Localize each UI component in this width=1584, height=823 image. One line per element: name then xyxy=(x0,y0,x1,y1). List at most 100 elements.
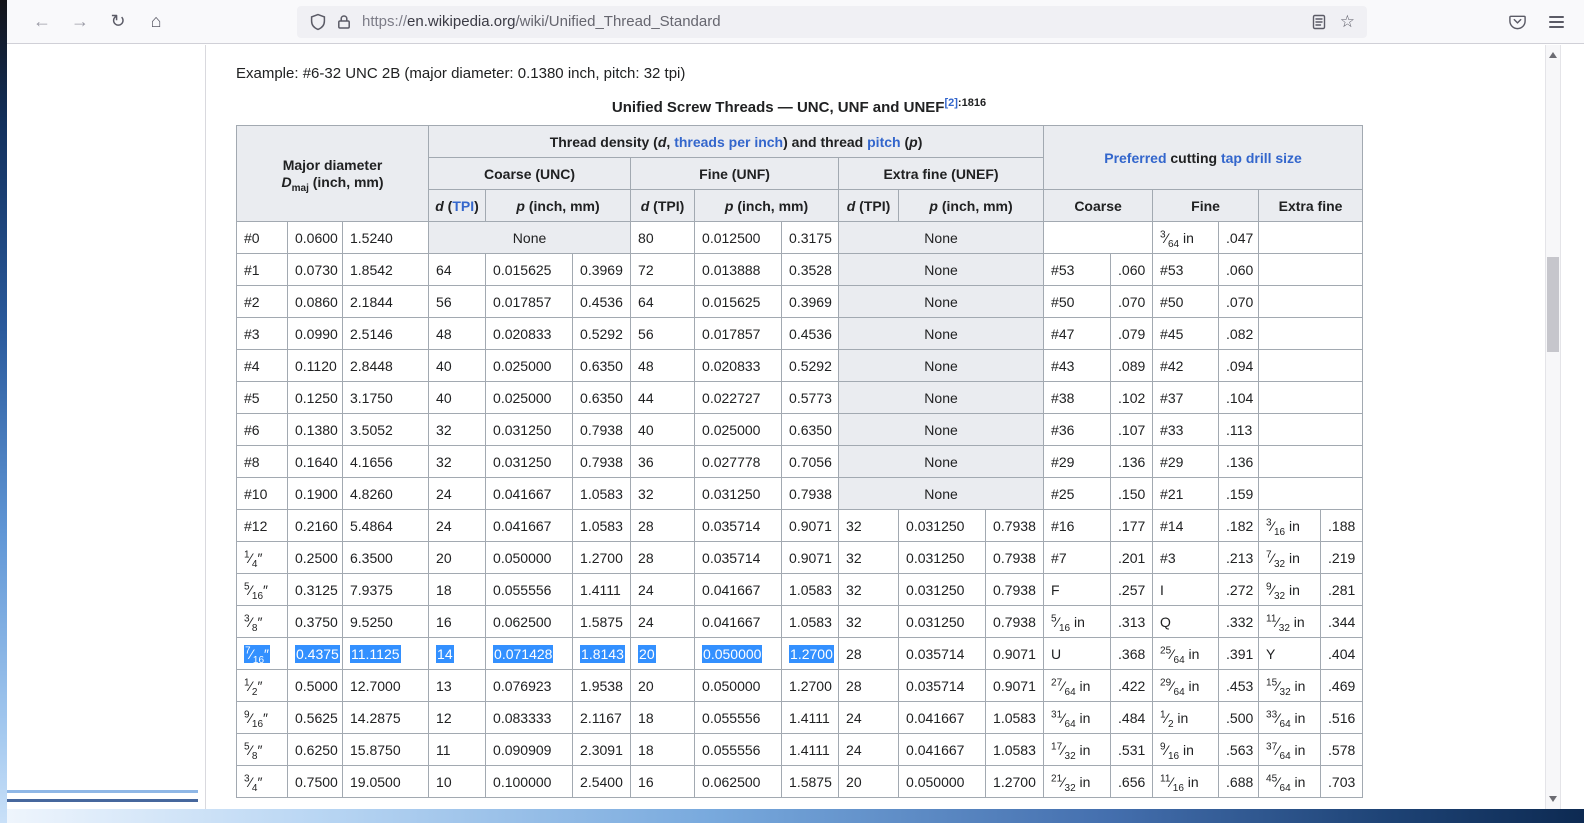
extra-fine-drill-cell: Y xyxy=(1258,637,1322,670)
size-cell: 5⁄8″ xyxy=(236,733,288,766)
vertical-scrollbar[interactable] xyxy=(1545,45,1561,809)
unf-p-header: p (inch, mm) xyxy=(694,189,840,222)
coarse-drill-cell: 5⁄16 in xyxy=(1043,605,1112,638)
coarse-drill-cell-value: #25 xyxy=(1051,485,1075,502)
unc-pitch-mm-cell-value: 0.3969 xyxy=(580,261,623,278)
home-button[interactable]: ⌂ xyxy=(141,7,171,37)
extra-fine-drill-decimal-cell: .703 xyxy=(1320,765,1364,798)
url-path: /wiki/Unified_Thread_Standard xyxy=(515,13,721,30)
major-mm-cell-value: 2.8448 xyxy=(350,357,393,374)
unef-d-tpi-header: d (TPI) xyxy=(838,189,900,222)
unf-pitch-inch-cell-value: 0.055556 xyxy=(702,709,761,726)
unf-pitch-mm-cell-value: 1.2700 xyxy=(789,677,832,694)
browser-toolbar: ← → ↻ ⌂ https://en.wikipedia.org/wiki/Un… xyxy=(7,0,1584,44)
threads-per-inch-link[interactable]: threads per inch xyxy=(674,134,783,150)
reader-view-button[interactable] xyxy=(1310,13,1328,31)
fine-drill-decimal-cell-value: .094 xyxy=(1226,357,1254,374)
unef-none-cell-value: None xyxy=(924,325,958,342)
fine-drill-decimal-cell-value: .104 xyxy=(1226,389,1254,406)
forward-button[interactable]: → xyxy=(65,7,95,37)
unf-tpi-cell: 56 xyxy=(630,317,696,350)
fine-drill-cell-value: #29 xyxy=(1160,453,1184,470)
tracking-protection-shield-icon[interactable] xyxy=(309,13,327,31)
size-cell: 9⁄16″ xyxy=(236,701,288,734)
table-row: #10 0.1900 4.8260 24 0.041667 1.0583 32 0.03125… xyxy=(236,477,1364,510)
unc-tpi-cell: 24 xyxy=(428,477,487,510)
unef-none-cell: None xyxy=(838,381,1045,414)
major-mm-cell-value: 5.4864 xyxy=(350,517,393,534)
extra-fine-drill-decimal-cell-value: .404 xyxy=(1328,645,1356,662)
major-mm-cell-value: 19.0500 xyxy=(350,773,401,790)
fine-drill-cell: 3⁄64 in xyxy=(1152,221,1220,254)
coarse-drill-cell-value: #36 xyxy=(1051,421,1075,438)
unf-pitch-mm-cell: 1.2700 xyxy=(781,637,840,670)
extra-fine-drill-cell: 9⁄32 in xyxy=(1258,573,1322,606)
major-inch-cell-value: 0.1120 xyxy=(295,357,337,374)
major-mm-cell: 2.5146 xyxy=(341,317,430,350)
back-button[interactable]: ← xyxy=(27,7,57,37)
table-row: 3⁄4″ 0.7500 19.0500 10 0.100000 2.5400 16 0.062… xyxy=(236,765,1364,798)
toolbar-right-buttons xyxy=(1508,12,1584,31)
extra-fine-drill-cell: 11⁄32 in xyxy=(1258,605,1322,638)
size-cell: 3⁄4″ xyxy=(236,765,288,798)
fine-drill-decimal-cell-value: .391 xyxy=(1226,645,1254,662)
unef-tpi-cell-value: 32 xyxy=(846,613,862,630)
lock-icon[interactable] xyxy=(336,14,352,30)
fine-drill-decimal-cell-value: .213 xyxy=(1226,549,1254,566)
scroll-up-button[interactable] xyxy=(1546,47,1560,63)
coarse-drill-cell: 31⁄64 in xyxy=(1043,701,1112,734)
unf-pitch-mm-cell-value: 0.4536 xyxy=(789,325,832,342)
unf-tpi-cell: 16 xyxy=(630,765,696,798)
major-inch-cell-value: 0.5000 xyxy=(295,677,338,694)
major-mm-cell: 2.1844 xyxy=(341,285,430,318)
coarse-drill-cell-value: #53 xyxy=(1051,261,1075,278)
menu-button[interactable] xyxy=(1549,15,1564,28)
unf-pitch-mm-cell-value: 1.4111 xyxy=(789,741,830,758)
preferred-link[interactable]: Preferred xyxy=(1104,150,1166,166)
extra-fine-drill-empty-cell xyxy=(1258,285,1364,318)
table-row: 3⁄8″ 0.3750 9.5250 16 0.062500 1.5875 24 0.0416… xyxy=(236,605,1364,638)
extra-fine-drill-cell: 45⁄64 in xyxy=(1258,765,1322,798)
fine-drill-decimal-cell: .182 xyxy=(1218,509,1260,542)
unef-none-cell: None xyxy=(838,477,1045,510)
coarse-drill-cell: 27⁄64 in xyxy=(1043,669,1112,702)
unef-pitch-inch-cell-value: 0.031250 xyxy=(906,549,965,566)
major-mm-cell: 1.8542 xyxy=(341,253,430,286)
pitch-link[interactable]: pitch xyxy=(867,134,900,150)
extra-fine-drill-cell-value: 33⁄64 in xyxy=(1266,708,1306,730)
tpi-link[interactable]: TPI xyxy=(452,198,474,214)
unf-pitch-mm-cell: 0.9071 xyxy=(781,541,840,574)
bookmark-star-button[interactable]: ☆ xyxy=(1340,12,1355,32)
unf-tpi-cell-value: 44 xyxy=(638,389,654,406)
reference-link[interactable]: [2] xyxy=(944,97,957,109)
size-cell-value: #4 xyxy=(244,357,260,374)
major-inch-cell-value: 0.3750 xyxy=(295,613,338,630)
unc-pitch-inch-cell-value: 0.025000 xyxy=(493,357,552,374)
url-domain: en.wikipedia.org xyxy=(407,13,516,30)
pocket-save-button[interactable] xyxy=(1508,12,1527,31)
size-cell-value: #2 xyxy=(244,293,260,310)
major-mm-cell: 5.4864 xyxy=(341,509,430,542)
unc-pitch-mm-cell: 0.3969 xyxy=(572,253,632,286)
unf-pitch-mm-cell: 0.5773 xyxy=(781,381,840,414)
fine-drill-decimal-cell-value: .688 xyxy=(1226,773,1254,790)
extra-fine-drill-cell-value: 9⁄32 in xyxy=(1266,580,1300,602)
unf-pitch-inch-cell: 0.050000 xyxy=(694,669,783,702)
unc-pitch-mm-cell-value: 0.7938 xyxy=(580,453,623,470)
scroll-down-button[interactable] xyxy=(1546,791,1560,807)
unc-pitch-inch-cell: 0.100000 xyxy=(485,765,574,798)
unef-none-cell: None xyxy=(838,349,1045,382)
unf-pitch-mm-cell: 0.7056 xyxy=(781,445,840,478)
table-row: 9⁄16″ 0.5625 14.2875 12 0.083333 2.1167 18 0.05… xyxy=(236,701,1364,734)
scrollbar-thumb[interactable] xyxy=(1547,257,1559,352)
unc-pitch-mm-cell: 1.9538 xyxy=(572,669,632,702)
extra-fine-drill-decimal-cell-value: .219 xyxy=(1328,549,1356,566)
unf-tpi-cell-value: 64 xyxy=(638,293,654,310)
major-inch-cell-value: 0.1640 xyxy=(295,453,338,470)
unf-tpi-cell-value: 20 xyxy=(638,677,654,694)
unc-pitch-mm-cell: 1.4111 xyxy=(572,573,632,606)
reload-button[interactable]: ↻ xyxy=(103,7,133,37)
unf-pitch-inch-cell-value: 0.041667 xyxy=(702,613,761,630)
url-bar[interactable]: https://en.wikipedia.org/wiki/Unified_Th… xyxy=(297,5,1367,38)
tap-drill-size-link[interactable]: tap drill size xyxy=(1221,150,1302,166)
